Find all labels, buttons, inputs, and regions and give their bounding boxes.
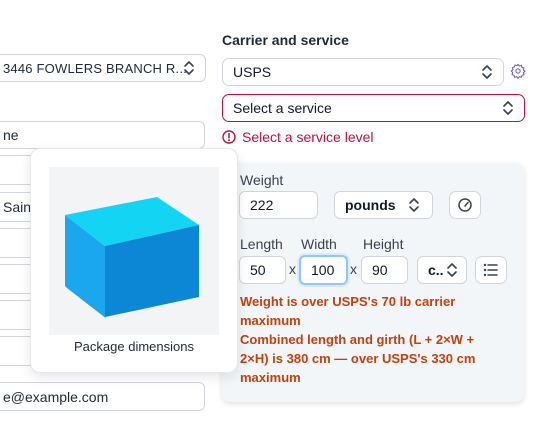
ship-from-address-value: 3446 FOWLERS BRANCH R... — [3, 60, 187, 76]
gauge-icon — [458, 198, 472, 212]
alert-circle-icon — [222, 130, 236, 144]
carrier-select[interactable]: USPS — [222, 58, 504, 86]
chevron-up-down-icon — [447, 263, 457, 277]
box-3d-icon — [65, 197, 199, 319]
carrier-settings-gear-icon[interactable] — [510, 63, 526, 79]
chevron-up-down-icon — [482, 65, 492, 79]
list-icon — [483, 263, 498, 277]
weight-input[interactable]: 222 — [239, 191, 318, 219]
package-dimensions-tooltip: Package dimensions — [30, 148, 238, 373]
girth-warning: Combined length and girth (L + 2×W + 2×H… — [240, 332, 476, 385]
length-input[interactable]: 50 — [239, 256, 286, 284]
carrier-select-value: USPS — [233, 64, 272, 80]
ship-from-address-select[interactable]: 3446 FOWLERS BRANCH R... — [0, 54, 206, 82]
length-label: Length — [240, 236, 283, 252]
chevron-up-down-icon — [503, 101, 513, 115]
carrier-section-heading: Carrier and service — [222, 32, 349, 48]
service-error-message: Select a service level — [222, 129, 374, 145]
weight-label: Weight — [240, 172, 284, 188]
height-label: Height — [363, 236, 404, 252]
width-input[interactable]: 100 — [299, 255, 348, 285]
scale-read-button[interactable] — [449, 191, 481, 219]
service-select[interactable]: Select a service — [222, 94, 525, 122]
dimension-separator: x — [289, 261, 296, 277]
dimension-unit-select[interactable]: c.. — [417, 256, 467, 284]
weight-warning: Weight is over USPS's 70 lb carrier maxi… — [240, 294, 456, 328]
tooltip-caption: Package dimensions — [74, 339, 194, 354]
weight-unit-select[interactable]: pounds — [334, 191, 433, 219]
package-details-panel: Weight 222 pounds Length Width Height 50… — [222, 163, 524, 402]
dimension-separator: x — [350, 261, 357, 277]
width-label: Width — [301, 236, 337, 252]
email-input[interactable]: e@example.com — [0, 382, 205, 411]
service-select-placeholder: Select a service — [233, 100, 332, 116]
package-illustration — [49, 167, 219, 335]
chevron-up-down-icon — [409, 198, 419, 212]
saved-packages-button[interactable] — [475, 256, 507, 284]
height-input[interactable]: 90 — [361, 256, 408, 284]
name-input[interactable]: ne — [0, 121, 205, 149]
chevron-up-down-icon — [184, 61, 194, 75]
